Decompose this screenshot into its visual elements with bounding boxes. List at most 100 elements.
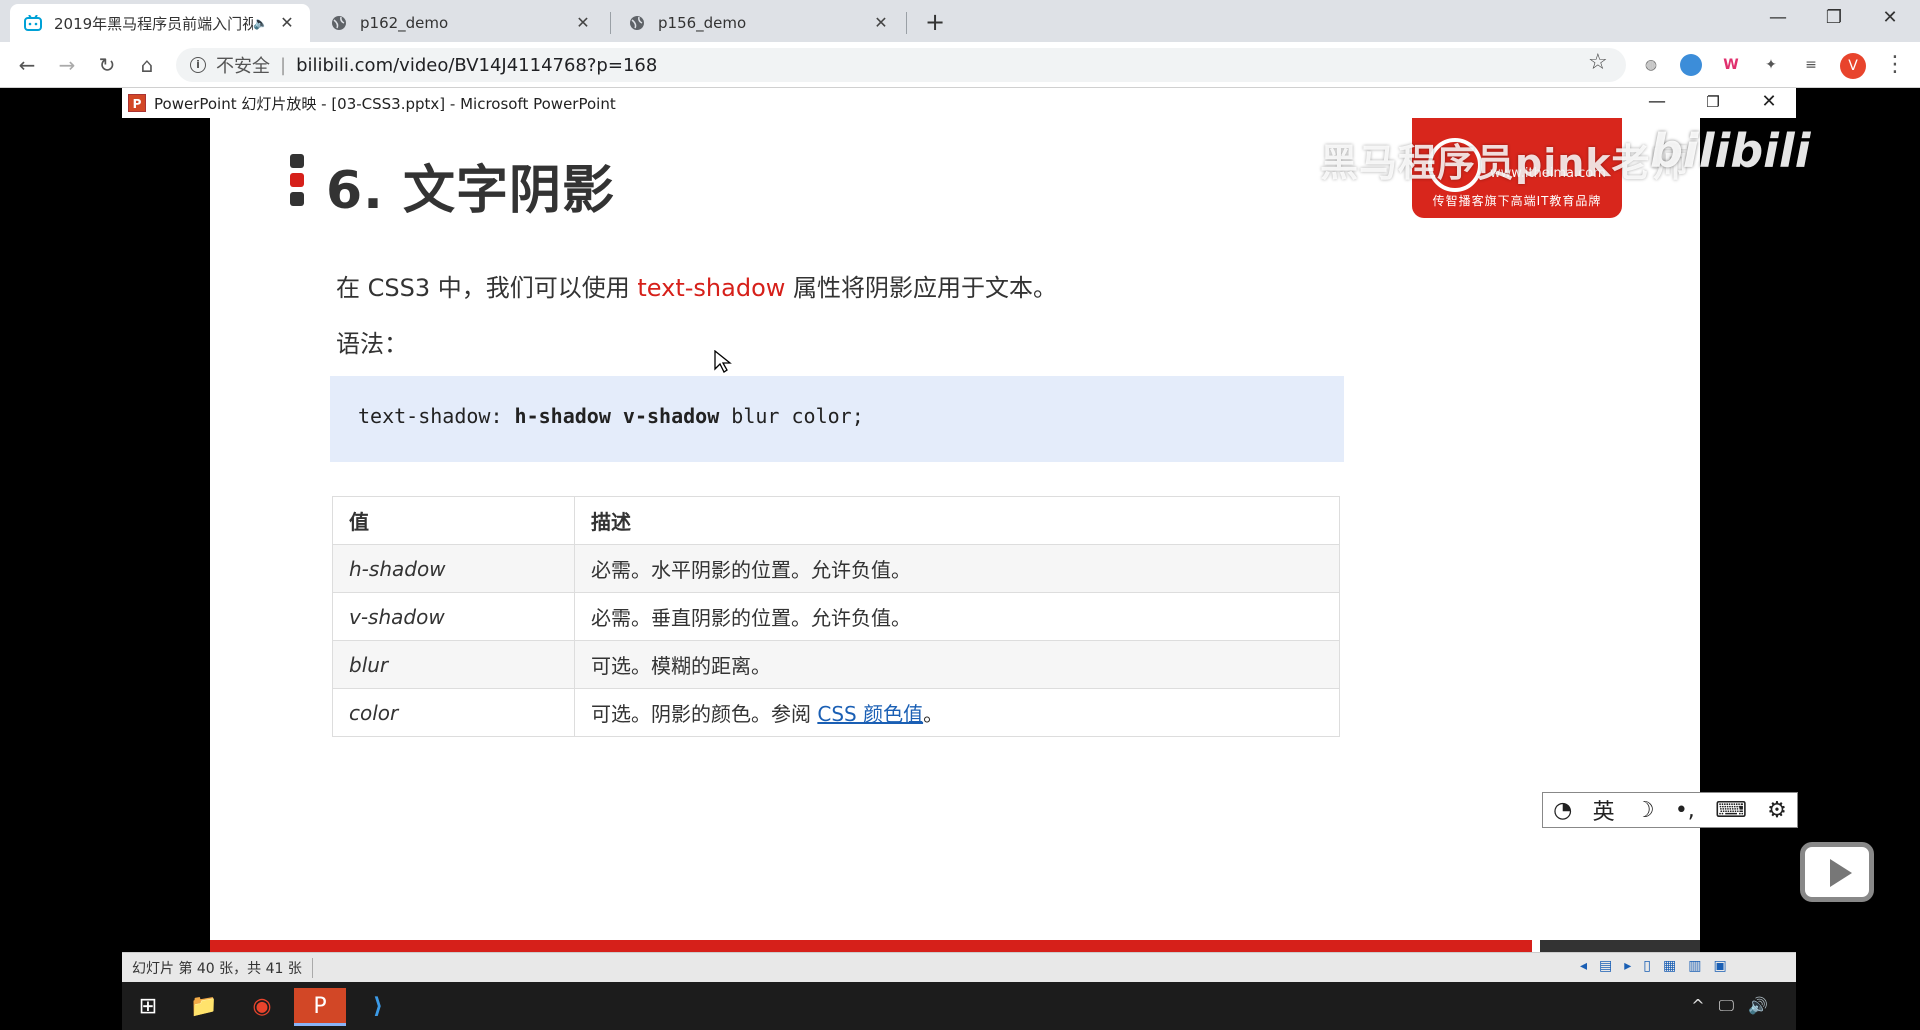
menu-icon[interactable]: ⋮	[1884, 52, 1906, 77]
sorter-view-icon[interactable]: ▦	[1663, 958, 1676, 974]
table-cell-value: h-shadow	[332, 544, 575, 593]
normal-view-icon[interactable]: ▯	[1643, 958, 1651, 974]
info-icon[interactable]: i	[190, 57, 206, 73]
tab-p162-demo[interactable]: p162_demo ✕	[316, 4, 606, 42]
chrome-icon[interactable]: ◉	[236, 988, 288, 1026]
code-prop: text-shadow:	[358, 404, 515, 428]
forward-button[interactable]: →	[52, 50, 82, 80]
code-bold: h-shadow v-shadow	[514, 404, 720, 428]
address-bar[interactable]: i 不安全 | bilibili.com/video/BV14J4114768?…	[176, 48, 1626, 82]
reading-view-icon[interactable]: ▥	[1688, 958, 1701, 974]
tab-p156-demo[interactable]: p156_demo ✕	[614, 4, 904, 42]
notes-icon[interactable]: ▤	[1599, 958, 1612, 974]
speaker-icon[interactable]: 🔈	[253, 16, 268, 30]
system-tray: ^ 🖵 🔊	[1691, 996, 1768, 1016]
network-icon[interactable]: 🖵	[1719, 996, 1734, 1016]
table-row: blur 可选。模糊的距离。	[332, 640, 1340, 689]
tab-title: p162_demo	[360, 14, 449, 32]
powerpoint-icon: P	[128, 94, 146, 112]
table-cell-value: color	[332, 688, 575, 737]
ime-settings-icon[interactable]: ⚙	[1767, 798, 1787, 823]
ppt-titlebar: P PowerPoint 幻灯片放映 - [03-CSS3.pptx] - Mi…	[122, 88, 1796, 118]
vscode-icon[interactable]: ⟩	[352, 988, 404, 1026]
code-block: text-shadow: h-shadow v-shadow blur colo…	[330, 376, 1344, 462]
table-header-row: 值 描述	[332, 496, 1340, 545]
address-separator: |	[280, 54, 287, 76]
bookmark-star-icon[interactable]: ☆	[1588, 50, 1608, 75]
status-divider	[311, 957, 313, 978]
ppt-close-button[interactable]: ✕	[1746, 88, 1792, 116]
slide-letterbox-left	[122, 118, 210, 952]
tab-bilibili[interactable]: 2019年黑马程序员前端入门视频教程 🔈 ✕	[10, 4, 310, 42]
table-cell-value: v-shadow	[332, 592, 575, 641]
intro-paragraph: 在 CSS3 中，我们可以使用 text-shadow 属性将阴影应用于文本。	[336, 268, 1057, 303]
table-cell-desc: 可选。阴影的颜色。参阅 CSS 颜色值。	[574, 688, 1340, 737]
minimize-button[interactable]: —	[1758, 4, 1798, 34]
bilibili-play-button[interactable]	[1800, 842, 1874, 902]
statusbar-icons: ◂ ▤ ▸ ▯ ▦ ▥ ▣	[1580, 958, 1727, 974]
media-control-icon[interactable]: ≡	[1800, 54, 1822, 76]
extensions-puzzle-icon[interactable]: ✦	[1760, 54, 1782, 76]
next-slide-icon[interactable]: ▸	[1624, 958, 1631, 974]
ime-toolbar: ◔ 英 ☽ •, ⌨ ⚙	[1542, 792, 1798, 828]
back-button[interactable]: ←	[12, 50, 42, 80]
start-button[interactable]: ⊞	[122, 988, 174, 1026]
slide-counter: 幻灯片 第 40 张，共 41 张	[132, 960, 302, 977]
close-window-button[interactable]: ✕	[1870, 4, 1910, 34]
bilibili-watermark: bilibili	[1650, 124, 1811, 178]
ime-logo-icon[interactable]: ◔	[1553, 798, 1572, 823]
volume-icon[interactable]: 🔊	[1748, 996, 1768, 1016]
css-color-link[interactable]: CSS 颜色值	[817, 702, 923, 726]
table-row: h-shadow 必需。水平阴影的位置。允许负值。	[332, 544, 1340, 593]
tab-title: p156_demo	[658, 14, 747, 32]
file-explorer-icon[interactable]: 📁	[178, 988, 230, 1026]
windows-taskbar: ⊞ 📁 ◉ P ⟩ ^ 🖵 🔊	[122, 982, 1796, 1030]
ppt-window-title: PowerPoint 幻灯片放映 - [03-CSS3.pptx] - Micr…	[154, 94, 616, 113]
tab-close-icon[interactable]: ✕	[872, 14, 890, 32]
table-row: v-shadow 必需。垂直阴影的位置。允许负值。	[332, 592, 1340, 641]
url-text[interactable]: bilibili.com/video/BV14J4114768?p=168	[296, 55, 657, 76]
reload-button[interactable]: ↻	[92, 50, 122, 80]
table-cell-desc: 必需。垂直阴影的位置。允许负值。	[574, 592, 1340, 641]
ime-punctuation-icon[interactable]: •,	[1675, 798, 1695, 823]
title-marker-icon	[290, 154, 304, 206]
slide-title: 6. 文字阴影	[326, 161, 616, 221]
globe-icon	[628, 14, 646, 32]
restore-button[interactable]: ❐	[1814, 4, 1854, 34]
powerpoint-taskbar-icon[interactable]: P	[294, 988, 346, 1026]
ppt-minimize-button[interactable]: —	[1634, 88, 1680, 116]
browser-tab-bar: 2019年黑马程序员前端入门视频教程 🔈 ✕ p162_demo ✕ p156_…	[0, 0, 1920, 42]
extension-w-icon[interactable]: W	[1720, 54, 1742, 76]
desc-text: 。	[923, 702, 944, 726]
bilibili-tab-icon	[24, 14, 42, 32]
intro-text: 属性将阴影应用于文本。	[785, 274, 1058, 302]
desc-text: 可选。阴影的颜色。参阅	[591, 702, 818, 726]
intro-text: 在 CSS3 中，我们可以使用	[336, 274, 638, 302]
slideshow-view-icon[interactable]: ▣	[1713, 958, 1726, 974]
tab-close-icon[interactable]: ✕	[278, 14, 296, 32]
profile-avatar[interactable]: V	[1840, 53, 1866, 79]
ppt-restore-button[interactable]: ❐	[1690, 88, 1736, 116]
ime-language-toggle[interactable]: 英	[1593, 794, 1615, 826]
intro-keyword: text-shadow	[637, 274, 786, 302]
syntax-label: 语法：	[336, 330, 408, 358]
extension-shield-icon[interactable]	[1680, 54, 1702, 76]
ime-keyboard-icon[interactable]: ⌨	[1715, 798, 1747, 823]
extension-mouse-icon[interactable]: ◍	[1640, 54, 1662, 76]
mouse-cursor-icon	[714, 350, 732, 373]
table-row: color 可选。阴影的颜色。参阅 CSS 颜色值。	[332, 688, 1340, 737]
table-cell-desc: 可选。模糊的距离。	[574, 640, 1340, 689]
code-rest: blur color;	[719, 404, 864, 428]
tab-close-icon[interactable]: ✕	[574, 14, 592, 32]
security-label: 不安全	[216, 56, 270, 77]
home-button[interactable]: ⌂	[132, 50, 162, 80]
tray-expand-icon[interactable]: ^	[1691, 996, 1704, 1016]
tab-separator	[906, 12, 907, 34]
new-tab-button[interactable]: +	[920, 8, 950, 38]
slide[interactable]: 6. 文字阴影 www.itheima.com 传智播客旗下高端IT教育品牌 黑…	[210, 118, 1810, 952]
ppt-statusbar: 幻灯片 第 40 张，共 41 张	[122, 952, 1796, 982]
watermark-text: 黑马程序员pink老师	[1320, 141, 1690, 185]
globe-icon	[330, 14, 348, 32]
ime-moon-icon[interactable]: ☽	[1635, 798, 1655, 823]
prev-slide-icon[interactable]: ◂	[1580, 958, 1587, 974]
